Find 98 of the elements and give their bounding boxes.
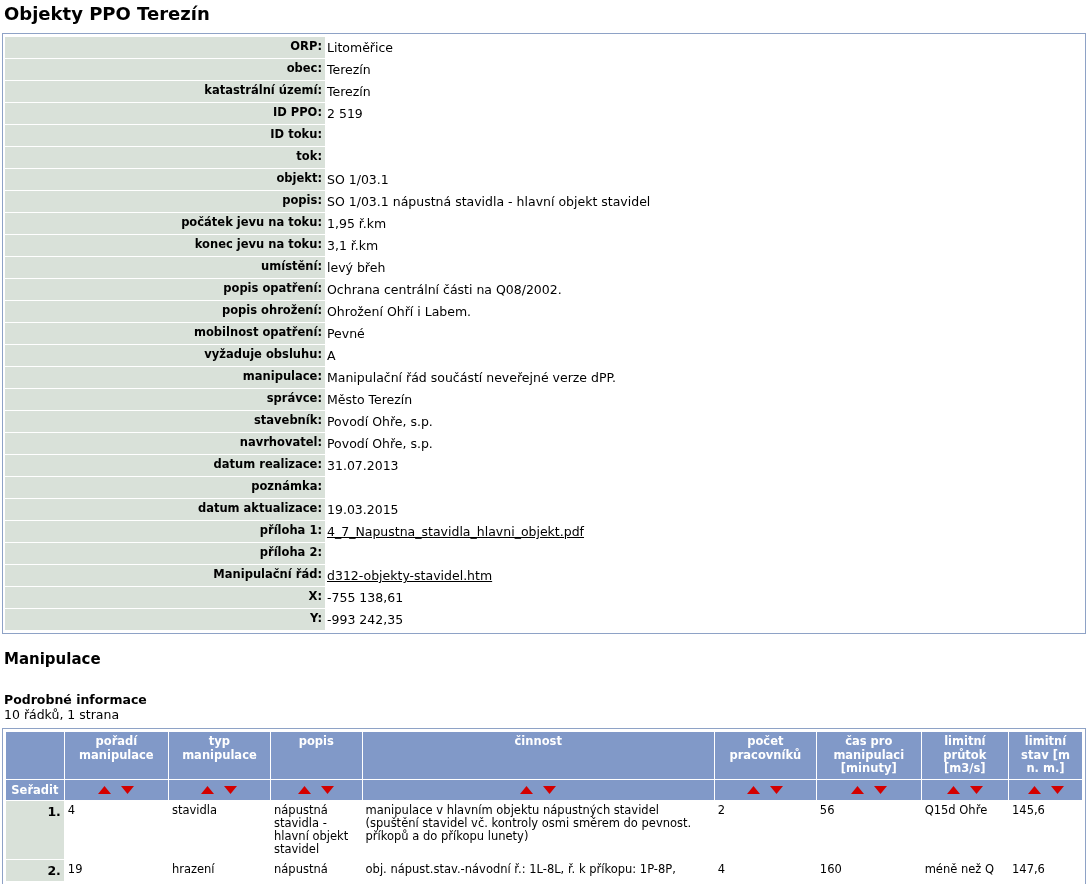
field-label: popis ohrožení: (5, 301, 325, 322)
sort-descending-icon[interactable] (1050, 785, 1064, 794)
field-label: ID toku: (5, 125, 325, 146)
field-label: popis opatření: (5, 279, 325, 300)
field-label: vyžaduje obsluhu: (5, 345, 325, 366)
field-value: 3,1 ř.km (327, 238, 379, 253)
field-value: 2 519 (327, 106, 363, 121)
field-label: poznámka: (5, 477, 325, 498)
sort-descending-icon[interactable] (121, 785, 135, 794)
table-cell-text: Q15d Ohře (923, 801, 989, 819)
sort-descending-icon[interactable] (543, 785, 557, 794)
field-value: 31.07.2013 (327, 458, 399, 473)
header-cell (6, 732, 64, 779)
table-cell-text: méně než Q (923, 860, 996, 878)
field-label: manipulace: (5, 367, 325, 388)
row-number: 2. (6, 859, 64, 881)
table-cell-text: 4 (66, 801, 77, 819)
table-cell-text: 145,6 (1011, 801, 1046, 819)
field-label: ORP: (5, 37, 325, 58)
row-count-text: 10 řádků, 1 strana (4, 707, 121, 722)
field-value: A (327, 348, 336, 363)
table-cell-text: manipulace v hlavním objektu nápustných stavidel (spuštění stavidel vč. kontroly osmi směrem do pevnost. příkopů a do příkopu lunety) (364, 801, 693, 845)
table-cell-text: obj. nápust.stav.-návodní ř.: 1L-8L, ř. k příkopu: 1P-8P, (364, 860, 677, 878)
sort-ascending-icon[interactable] (520, 785, 534, 794)
field-label: počátek jevu na toku: (5, 213, 325, 234)
field-label: umístění: (5, 257, 325, 278)
sort-ascending-icon[interactable] (1027, 785, 1041, 794)
column-header: limitní stav [m n. m.] (1009, 732, 1082, 779)
table-cell-text: nápustná stavidla - hlavní objekt stavidel (273, 801, 350, 858)
field-label: objekt: (5, 169, 325, 190)
column-header: popis (271, 732, 362, 779)
column-header: počet pracovníků (714, 732, 816, 779)
table-cell-text: 160 (818, 860, 843, 878)
field-value: -755 138,61 (327, 590, 404, 605)
field-label: správce: (5, 389, 325, 410)
sort-descending-icon[interactable] (321, 785, 335, 794)
sort-ascending-icon[interactable] (201, 785, 215, 794)
field-value: Manipulační řád součástí neveřejné verze dPP. (327, 370, 617, 385)
field-label: konec jevu na toku: (5, 235, 325, 256)
table-cell-text: 147,6 (1011, 860, 1046, 878)
sort-ascending-icon[interactable] (946, 785, 960, 794)
field-label: ID PPO: (5, 103, 325, 124)
field-value: Ohrožení Ohří i Labem. (327, 304, 472, 319)
table-cell-text: 2 (716, 801, 727, 819)
field-value: SO 1/03.1 (327, 172, 389, 187)
sort-ascending-icon[interactable] (747, 785, 761, 794)
sort-ascending-icon[interactable] (850, 785, 864, 794)
attachment-link[interactable]: d312-objekty-stavidel.htm (327, 568, 493, 583)
field-label: mobilnost opatření: (5, 323, 325, 344)
field-label: datum realizace: (5, 455, 325, 476)
field-value: Terezín (327, 84, 371, 99)
field-label: navrhovatel: (5, 433, 325, 454)
field-value: 1,95 ř.km (327, 216, 387, 231)
field-value: SO 1/03.1 nápustná stavidla - hlavní objekt stavidel (327, 194, 651, 209)
field-value: Pevné (327, 326, 365, 341)
field-label: příloha 2: (5, 543, 325, 564)
subsection-heading: Podrobné informace (4, 692, 148, 707)
field-label: popis: (5, 191, 325, 212)
sort-ascending-icon[interactable] (298, 785, 312, 794)
field-value: -993 242,35 (327, 612, 404, 627)
column-header: pořadí manipulace (64, 732, 168, 779)
field-value: Litoměřice (327, 40, 394, 55)
table-cell-text: hrazení (170, 860, 216, 878)
sort-descending-icon[interactable] (969, 785, 983, 794)
column-header: limitní průtok [m3/s] (921, 732, 1008, 779)
field-label: Manipulační řád: (5, 565, 325, 586)
field-value: Ochrana centrální části na Q08/2002. (327, 282, 562, 297)
sort-label: Seřadit (6, 779, 64, 800)
field-label: tok: (5, 147, 325, 168)
table-cell-text: stavidla (170, 801, 218, 819)
field-value: levý břeh (327, 260, 386, 275)
sort-descending-icon[interactable] (873, 785, 887, 794)
table-cell-text: nápustná (273, 860, 329, 878)
field-label: stavebník: (5, 411, 325, 432)
table-cell-text: 4 (716, 860, 727, 878)
field-label: obec: (5, 59, 325, 80)
column-header: činnost (362, 732, 714, 779)
field-label: katastrální území: (5, 81, 325, 102)
sort-ascending-icon[interactable] (98, 785, 112, 794)
section-heading: Manipulace (4, 650, 102, 668)
page-title: Objekty PPO Terezín (3, 2, 211, 26)
column-header: typ manipulace (168, 732, 270, 779)
field-label: Y: (5, 609, 325, 630)
field-value: Město Terezín (327, 392, 413, 407)
field-label: datum aktualizace: (5, 499, 325, 520)
table-cell-text: 19 (66, 860, 84, 878)
sort-descending-icon[interactable] (770, 785, 784, 794)
field-label: X: (5, 587, 325, 608)
sort-descending-icon[interactable] (224, 785, 238, 794)
field-value: 19.03.2015 (327, 502, 399, 517)
attachment-link[interactable]: 4_7_Napustna_stavidla_hlavni_objekt.pdf (327, 524, 584, 539)
table-cell-text: 56 (818, 801, 836, 819)
row-number: 1. (6, 800, 64, 859)
field-value: Povodí Ohře, s.p. (327, 414, 433, 429)
field-value: Povodí Ohře, s.p. (327, 436, 433, 451)
field-value: Terezín (327, 62, 371, 77)
field-label: příloha 1: (5, 521, 325, 542)
column-header: čas pro manipulaci [minuty] (816, 732, 921, 779)
